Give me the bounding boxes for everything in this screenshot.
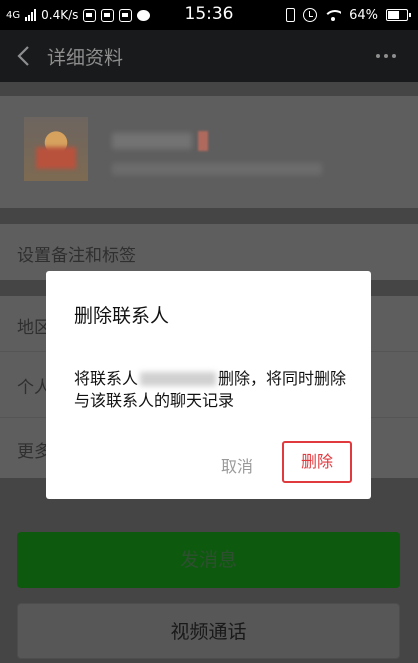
dialog-title: 删除联系人 — [74, 305, 170, 327]
notes-and-tags-label: 设置备注和标签 — [17, 246, 136, 266]
app-notification-icon — [119, 8, 133, 22]
more-options-icon[interactable] — [376, 54, 396, 58]
network-speed: 0.4K/s — [41, 8, 79, 22]
alarm-icon — [303, 8, 318, 22]
dialog-message-prefix: 将联系人 — [74, 369, 139, 388]
video-call-button[interactable]: 视频通话 — [17, 603, 400, 659]
battery-percent: 64% — [349, 7, 378, 23]
chat-notification-icon — [137, 9, 151, 21]
status-left: 4G 0.4K/s — [6, 5, 151, 25]
back-icon[interactable] — [16, 45, 30, 67]
page-title: 详细资料 — [47, 47, 124, 69]
network-type: 4G — [6, 9, 21, 21]
avatar[interactable] — [24, 117, 88, 181]
status-bar: 4G 0.4K/s 15:36 64% — [0, 0, 418, 30]
delete-contact-dialog: 删除联系人 将联系人 删除，将同时删除与该联系人的聊天记录 取消 删除 — [46, 271, 371, 499]
blurred-contact-id — [112, 163, 322, 175]
profile-card[interactable] — [0, 96, 418, 208]
vibrate-icon — [286, 8, 296, 22]
gallery-notification-icon — [83, 8, 97, 22]
signal-icon — [25, 9, 37, 21]
mail-notification-icon — [101, 8, 115, 22]
title-bar: 详细资料 — [0, 30, 418, 82]
blurred-contact-name — [140, 372, 217, 386]
dialog-message: 将联系人 删除，将同时删除与该联系人的聊天记录 — [74, 368, 354, 412]
gender-icon — [198, 131, 208, 151]
battery-level — [388, 11, 399, 19]
delete-button[interactable]: 删除 — [282, 441, 352, 483]
send-message-button[interactable]: 发消息 — [17, 532, 400, 588]
status-right: 64% — [286, 6, 411, 24]
wifi-icon — [325, 9, 342, 21]
battery-icon — [386, 9, 411, 21]
blurred-contact-name — [112, 133, 192, 149]
cancel-button[interactable]: 取消 — [221, 453, 253, 477]
